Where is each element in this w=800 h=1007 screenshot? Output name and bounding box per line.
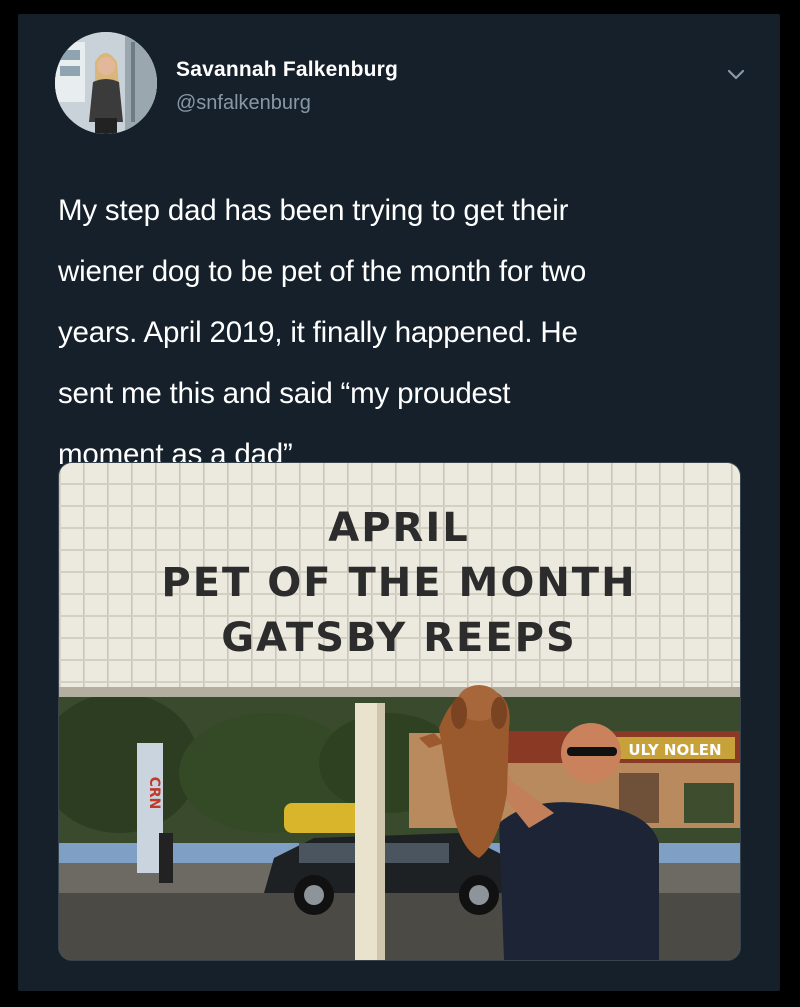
user-handle[interactable]: @snfalkenburg — [176, 92, 311, 115]
tweet-text: My step dad has been trying to get their… — [58, 194, 587, 471]
side-banner-text: CRN — [146, 777, 162, 810]
store-sign-text: ULY NOLEN — [628, 741, 721, 759]
photo-scene: ULY NOLEN CRN APRIL PET OF THE MONTH GAT… — [59, 463, 740, 960]
sign-line-title: PET OF THE MONTH — [161, 560, 636, 606]
chevron-down-icon[interactable] — [722, 60, 750, 88]
avatar-image — [55, 32, 157, 134]
tweet-card: Savannah Falkenburg @snfalkenburg My ste… — [18, 14, 780, 991]
sign-line-month: APRIL — [328, 505, 469, 551]
sign-line-pet-name: GATSBY REEPS — [221, 615, 577, 661]
avatar[interactable] — [55, 32, 157, 134]
tweet-photo[interactable]: ULY NOLEN CRN APRIL PET OF THE MONTH GAT… — [58, 462, 741, 961]
display-name[interactable]: Savannah Falkenburg — [176, 58, 398, 82]
